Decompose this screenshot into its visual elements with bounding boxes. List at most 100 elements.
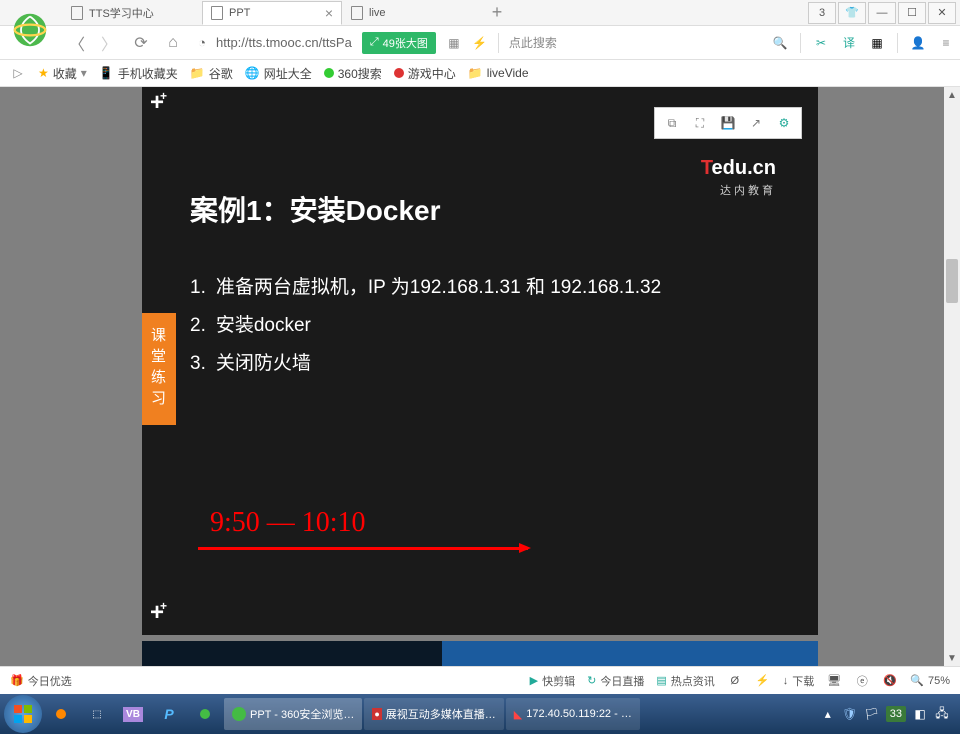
star-icon: ★ (38, 66, 49, 80)
slide-container: ⧉ ⛶ 💾 ↗ ⚙ + Tedu.cn 达内教育 课堂练习 案例1：安装Dock… (142, 87, 818, 635)
bm-label: 游戏中心 (408, 65, 456, 82)
task-label: 172.40.50.119:22 - … (526, 708, 632, 720)
close-icon[interactable]: × (325, 5, 333, 21)
brand-t: T (701, 157, 712, 179)
flash-icon[interactable]: ⚡ (472, 35, 488, 51)
share-button[interactable]: ↗ (743, 112, 769, 134)
back-button[interactable]: 〈 (66, 32, 88, 54)
bookmark-game[interactable]: 游戏中心 (394, 65, 456, 82)
url-box[interactable]: ◔ http://tts.tmooc.cn/ttsPa (194, 35, 352, 51)
bookmark-mobile[interactable]: 📱手机收藏夹 (99, 65, 178, 82)
tab-tts[interactable]: TTS学习中心 (62, 1, 202, 25)
downloads[interactable]: ↓下载 (783, 673, 815, 689)
save-button[interactable]: 💾 (715, 112, 741, 134)
scissors-icon[interactable]: ✂ (813, 35, 829, 51)
media-icon: ● (372, 708, 381, 720)
page-icon (351, 6, 363, 20)
image-count-badge[interactable]: ⤢49张大图 (362, 32, 436, 54)
fullscreen-button[interactable]: ⛶ (687, 112, 713, 134)
menu-icon[interactable]: ≡ (938, 35, 954, 51)
gift-icon: 🎁 (10, 674, 24, 687)
new-tab-button[interactable]: + (482, 1, 512, 25)
reload-button[interactable]: ⟳ (130, 32, 152, 54)
block-icon[interactable]: Ø (727, 673, 743, 689)
decor-plus-bottom: + (150, 599, 171, 627)
brand-rest: edu.cn (712, 157, 776, 179)
accel-icon[interactable]: ⚡ (755, 673, 771, 689)
slide-title: 案例1：安装Docker (190, 189, 770, 229)
qi-app2[interactable]: ⬚ (80, 697, 114, 731)
zoom-level[interactable]: 🔍75% (910, 674, 950, 687)
close-button[interactable]: ✕ (928, 2, 956, 24)
bookmark-favorites[interactable]: ★收藏▾ (38, 65, 87, 82)
status-bar: 🎁今日优选 ▶ 快剪辑 ↻今日直播 ▤热点资讯 Ø ⚡ ↓下载 🖥 ⓔ 🔇 🔍75… (0, 666, 960, 694)
next-slide-peek[interactable] (142, 641, 818, 666)
bookmark-sites[interactable]: 🌐网址大全 (245, 65, 312, 82)
download-icon: ↓ (783, 675, 789, 687)
terminal-icon: ◣ (514, 708, 522, 721)
qi-app1[interactable] (44, 697, 78, 731)
bookmark-google[interactable]: 📁 谷歌 (190, 65, 233, 82)
separator (897, 33, 898, 53)
search-icon[interactable]: 🔍 (772, 35, 788, 51)
slide-toolbar: ⧉ ⛶ 💾 ↗ ⚙ (654, 107, 802, 139)
quick-edit[interactable]: ▶ 快剪辑 (530, 673, 575, 689)
qi-vb[interactable]: VB (116, 697, 150, 731)
scrollbar-vertical[interactable]: ▲ ▼ (944, 87, 960, 666)
browser-logo[interactable] (0, 0, 60, 60)
scroll-thumb[interactable] (946, 259, 958, 303)
tab-strip: TTS学习中心 PPT× live + (62, 0, 512, 26)
login-icon[interactable]: 👤 (910, 35, 926, 51)
tab-ppt[interactable]: PPT× (202, 1, 342, 25)
tab-count[interactable]: 3 (808, 2, 836, 24)
bookmarks-bar: ▷ ★收藏▾ 📱手机收藏夹 📁谷歌 🌐网址大全 360搜索 游戏中心 📁live… (0, 60, 960, 87)
task-terminal[interactable]: ◣ 172.40.50.119:22 - … (506, 698, 640, 730)
scroll-up-icon[interactable]: ▲ (944, 87, 960, 103)
skin-button[interactable]: 👕 (838, 2, 866, 24)
minimize-button[interactable]: — (868, 2, 896, 24)
bm-label: 谷歌 (209, 65, 233, 82)
home-button[interactable]: ⌂ (162, 32, 184, 54)
side-tag: 课堂练习 (142, 313, 176, 425)
address-bar: 〈 〉 ⟳ ⌂ ◔ http://tts.tmooc.cn/ttsPa ⤢49张… (0, 26, 960, 60)
bb-label: 热点资讯 (671, 673, 715, 689)
live-today[interactable]: ↻今日直播 (587, 673, 644, 689)
phone-icon: 📱 (99, 66, 114, 80)
today-picks[interactable]: 🎁今日优选 (10, 673, 72, 689)
brand-subtitle: 达内教育 (701, 182, 776, 198)
taskbar: ⬚ VB P PPT - 360安全浏览… ●展视互动多媒体直播… ◣ 172.4… (0, 694, 960, 734)
qr-icon[interactable]: ▦ (446, 35, 462, 51)
copy-button[interactable]: ⧉ (659, 112, 685, 134)
ie-icon[interactable]: ⓔ (854, 673, 870, 689)
expand-icon: ⤢ (370, 36, 379, 49)
hot-news[interactable]: ▤热点资讯 (656, 673, 714, 689)
scroll-down-icon[interactable]: ▼ (944, 650, 960, 666)
sound-icon[interactable]: 🔇 (882, 673, 898, 689)
tab-label: TTS学习中心 (89, 5, 154, 21)
task-ppt[interactable]: PPT - 360安全浏览… (224, 698, 362, 730)
play-icon: ▶ (530, 674, 538, 687)
play-icon[interactable]: ▷ (10, 65, 26, 81)
tab-live[interactable]: live (342, 1, 482, 25)
folder-icon: 📁 (190, 66, 205, 80)
maximize-button[interactable]: ☐ (898, 2, 926, 24)
item-text: 关闭防火墙 (216, 345, 311, 383)
bb-label: 快剪辑 (542, 673, 575, 689)
settings-button[interactable]: ⚙ (771, 112, 797, 134)
forward-button[interactable]: 〉 (98, 32, 120, 54)
apps-icon[interactable]: ▦ (869, 35, 885, 51)
bookmark-livevideo[interactable]: 📁liveVide (468, 66, 529, 80)
bookmark-360[interactable]: 360搜索 (324, 65, 382, 82)
list-item: 3.关闭防火墙 (190, 345, 770, 383)
zoom-text: 75% (928, 675, 950, 687)
game-icon (394, 68, 404, 78)
item-num: 2. (190, 307, 206, 345)
translate-icon[interactable]: 译 (841, 35, 857, 51)
qi-browser[interactable] (188, 697, 222, 731)
pc-icon[interactable]: 🖥 (826, 673, 842, 689)
qi-p[interactable]: P (152, 697, 186, 731)
search-hint[interactable]: 点此搜索 (509, 34, 557, 51)
task-media[interactable]: ●展视互动多媒体直播… (364, 698, 503, 730)
start-button[interactable] (4, 695, 42, 733)
bm-label: 收藏 (53, 65, 77, 82)
